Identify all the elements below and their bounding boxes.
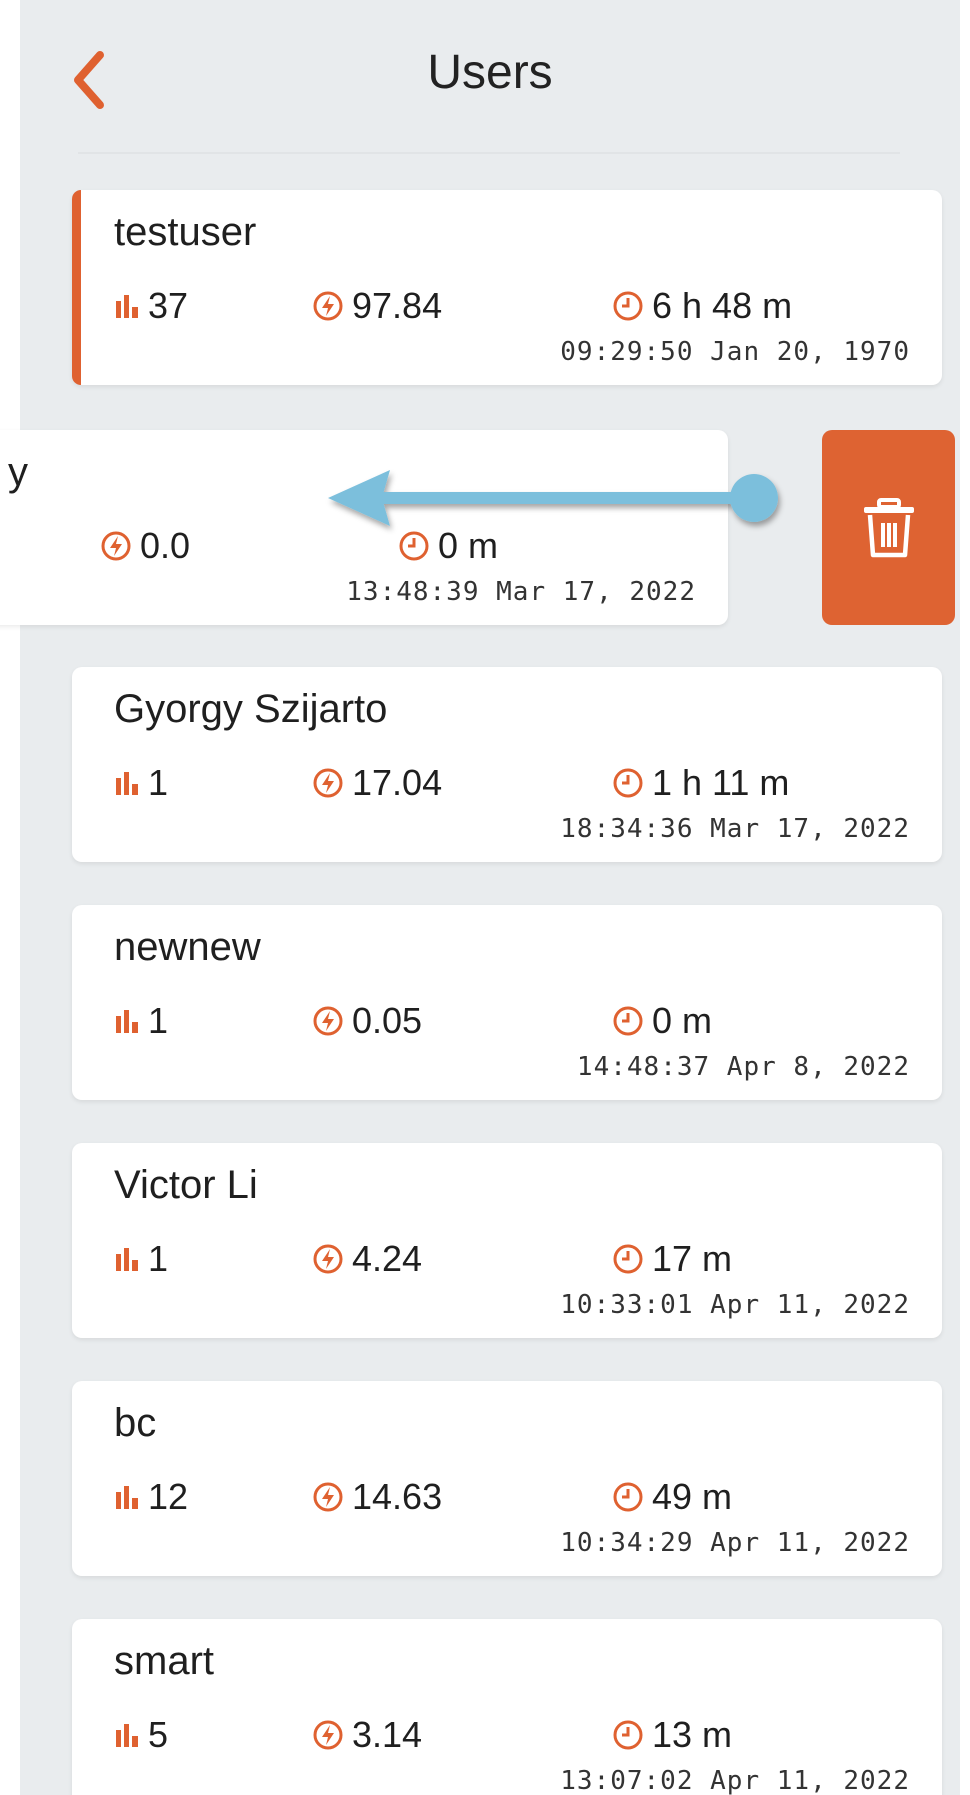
energy-value: 97.84 [352, 285, 443, 326]
clock-icon [612, 1719, 644, 1751]
sessions-count: 1 [148, 1000, 169, 1041]
energy-value: 14.63 [352, 1476, 443, 1517]
user-name: newnew [114, 925, 261, 969]
energy-value: 17.04 [352, 762, 443, 803]
energy-value: 0.05 [352, 1000, 423, 1041]
lightning-circle-icon [312, 1005, 344, 1037]
sessions-count: 12 [148, 1476, 189, 1517]
lightning-circle-icon [312, 767, 344, 799]
user-card[interactable]: Victor Li 1 4.24 17 m 10:33:01 Apr 11, 2… [72, 1143, 942, 1338]
clock-icon [612, 290, 644, 322]
lightning-circle-icon [312, 290, 344, 322]
left-edge [0, 0, 20, 1795]
duration-stat: 0 m [398, 525, 498, 567]
delete-button[interactable] [822, 430, 955, 625]
last-activity-timestamp: 13:07:02 Apr 11, 2022 [560, 1766, 910, 1795]
energy-stat: 14.63 [312, 1476, 442, 1518]
user-name: Gyorgy Szijarto [114, 687, 388, 731]
user-card[interactable]: Gyorgy Szijarto 1 17.04 1 h 11 m 18:34:3… [72, 667, 942, 862]
last-activity-timestamp: 13:48:39 Mar 17, 2022 [346, 577, 696, 607]
page-title: Users [427, 46, 553, 99]
sessions-stat: 37 [114, 285, 188, 327]
energy-value: 0.0 [140, 525, 191, 566]
clock-icon [612, 1005, 644, 1037]
sessions-stat: 1 [114, 1000, 168, 1042]
user-card[interactable]: smart 5 3.14 13 m 13:07:02 Apr 11, 2022 [72, 1619, 942, 1795]
sessions-stat: 12 [114, 1476, 188, 1518]
clock-icon [612, 1243, 644, 1275]
users-screen: Users testuser 37 97.84 6 h 48 m 09:29:5… [0, 0, 970, 1795]
user-card-swiped[interactable]: y 0.0 0 m 13:48:39 Mar 17, 2022 [0, 430, 728, 625]
duration-value: 1 h 11 m [652, 762, 790, 803]
lightning-circle-icon [100, 530, 132, 562]
trash-icon [863, 497, 914, 557]
last-activity-timestamp: 10:34:29 Apr 11, 2022 [560, 1528, 910, 1558]
bar-chart-icon [114, 1722, 140, 1748]
lightning-circle-icon [312, 1243, 344, 1275]
energy-stat: 3.14 [312, 1714, 422, 1756]
last-activity-timestamp: 09:29:50 Jan 20, 1970 [560, 337, 910, 367]
energy-stat: 4.24 [312, 1238, 422, 1280]
clock-icon [398, 530, 430, 562]
sessions-count: 1 [148, 1238, 169, 1279]
sessions-count: 37 [148, 285, 189, 326]
sessions-stat: 1 [114, 762, 168, 804]
bar-chart-icon [114, 293, 140, 319]
user-name-partial: y [8, 450, 28, 494]
user-card[interactable]: testuser 37 97.84 6 h 48 m 09:29:50 Jan … [72, 190, 942, 385]
duration-stat: 49 m [612, 1476, 732, 1518]
energy-value: 4.24 [352, 1238, 423, 1279]
header-divider [78, 152, 900, 154]
last-activity-timestamp: 18:34:36 Mar 17, 2022 [560, 814, 910, 844]
user-name: testuser [114, 210, 257, 254]
duration-stat: 6 h 48 m [612, 285, 792, 327]
user-card[interactable]: newnew 1 0.05 0 m 14:48:37 Apr 8, 2022 [72, 905, 942, 1100]
duration-stat: 13 m [612, 1714, 732, 1756]
bar-chart-icon [114, 1008, 140, 1034]
bar-chart-icon [114, 1246, 140, 1272]
lightning-circle-icon [312, 1481, 344, 1513]
duration-value: 0 m [652, 1000, 713, 1041]
header: Users [20, 0, 960, 155]
duration-stat: 0 m [612, 1000, 712, 1042]
user-card[interactable]: bc 12 14.63 49 m 10:34:29 Apr 11, 2022 [72, 1381, 942, 1576]
clock-icon [612, 1481, 644, 1513]
user-name: bc [114, 1401, 157, 1445]
clock-icon [612, 767, 644, 799]
duration-value: 6 h 48 m [652, 285, 793, 326]
energy-stat: 17.04 [312, 762, 442, 804]
selected-indicator [72, 190, 81, 385]
duration-value: 13 m [652, 1714, 733, 1755]
user-name: smart [114, 1639, 214, 1683]
energy-stat: 0.05 [312, 1000, 422, 1042]
bar-chart-icon [114, 770, 140, 796]
duration-value: 0 m [438, 525, 499, 566]
sessions-stat: 5 [114, 1714, 168, 1756]
sessions-stat: 1 [114, 1238, 168, 1280]
last-activity-timestamp: 10:33:01 Apr 11, 2022 [560, 1290, 910, 1320]
user-name: Victor Li [114, 1163, 258, 1207]
duration-value: 49 m [652, 1476, 733, 1517]
energy-stat: 0.0 [100, 525, 190, 567]
sessions-count: 1 [148, 762, 169, 803]
lightning-circle-icon [312, 1719, 344, 1751]
right-edge [960, 0, 970, 1795]
duration-stat: 1 h 11 m [612, 762, 789, 804]
sessions-count: 5 [148, 1714, 169, 1755]
duration-value: 17 m [652, 1238, 733, 1279]
duration-stat: 17 m [612, 1238, 732, 1280]
energy-value: 3.14 [352, 1714, 423, 1755]
bar-chart-icon [114, 1484, 140, 1510]
energy-stat: 97.84 [312, 285, 442, 327]
last-activity-timestamp: 14:48:37 Apr 8, 2022 [576, 1052, 910, 1082]
